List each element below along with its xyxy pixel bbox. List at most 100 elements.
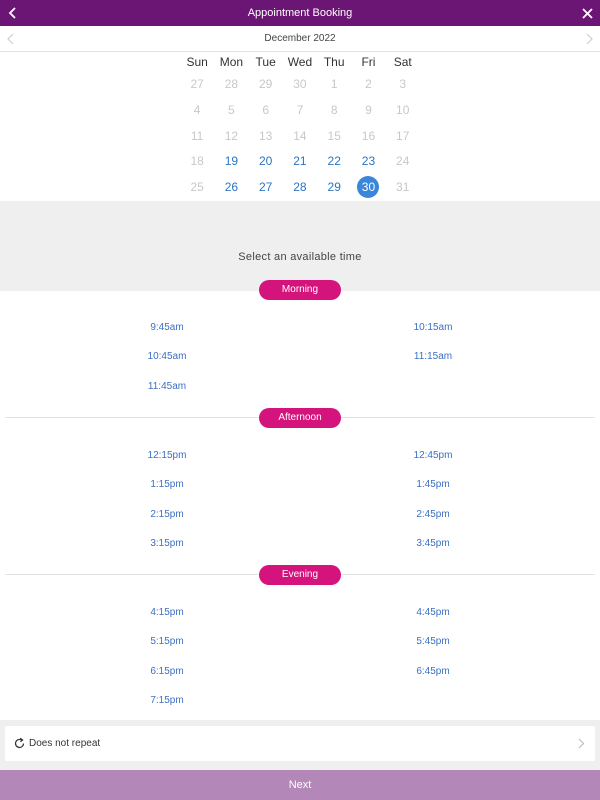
calendar-day-number: 31 bbox=[396, 180, 410, 195]
calendar-day: 16 bbox=[351, 124, 385, 150]
time-slot[interactable]: 10:15am bbox=[393, 322, 473, 333]
calendar-day: 8 bbox=[317, 98, 351, 124]
calendar-day-number: 15 bbox=[327, 128, 341, 143]
calendar-day-number: 9 bbox=[365, 102, 372, 117]
calendar-day: 13 bbox=[249, 124, 283, 150]
time-slot[interactable]: 3:15pm bbox=[127, 538, 207, 549]
time-slot[interactable]: 12:45pm bbox=[393, 450, 473, 461]
calendar-day-number: 30 bbox=[293, 77, 307, 91]
time-prompt: Select an available time bbox=[238, 251, 362, 263]
calendar-day: 25 bbox=[180, 175, 214, 201]
calendar-day-number: 23 bbox=[361, 154, 376, 169]
calendar-day[interactable]: 29 bbox=[317, 175, 351, 201]
section-pill-afternoon: Afternoon bbox=[259, 408, 341, 428]
time-slot[interactable]: 4:15pm bbox=[127, 607, 207, 618]
chevron-right-icon bbox=[586, 33, 593, 45]
calendar-day-number: 18 bbox=[190, 154, 204, 169]
calendar-day: 1 bbox=[317, 72, 351, 98]
time-slot[interactable]: 12:15pm bbox=[127, 450, 207, 461]
time-slot[interactable]: 1:45pm bbox=[393, 479, 473, 490]
time-slot[interactable]: 10:45am bbox=[127, 351, 207, 362]
next-button[interactable]: Next bbox=[0, 770, 600, 800]
repeat-option[interactable]: Does not repeat bbox=[5, 726, 595, 761]
time-slot[interactable]: 6:15pm bbox=[127, 666, 207, 677]
calendar-day-number: 16 bbox=[361, 128, 376, 143]
calendar-day: 30 bbox=[283, 72, 317, 98]
calendar-day[interactable]: 22 bbox=[317, 149, 351, 175]
time-slot[interactable]: 5:45pm bbox=[393, 636, 473, 647]
page-title: Appointment Booking bbox=[247, 7, 353, 19]
weekday-label: Tue bbox=[255, 55, 276, 69]
time-slot[interactable]: 2:45pm bbox=[393, 509, 473, 520]
time-slot[interactable]: 9:45am bbox=[127, 322, 207, 333]
calendar-day[interactable]: 27 bbox=[249, 175, 283, 201]
time-slot[interactable]: 5:15pm bbox=[127, 636, 207, 647]
calendar-day-number: 11 bbox=[190, 128, 204, 143]
calendar-day-selected[interactable]: 30 bbox=[351, 175, 385, 201]
calendar-day-number: 24 bbox=[396, 154, 410, 169]
weekday-label: Sat bbox=[393, 55, 412, 69]
calendar-week-row: 25 26 27 28 29 30 31 bbox=[180, 175, 420, 201]
calendar-day-number: 7 bbox=[296, 102, 304, 117]
next-month-button[interactable] bbox=[580, 26, 598, 52]
time-slot[interactable]: 6:45pm bbox=[393, 666, 473, 677]
close-button[interactable] bbox=[576, 0, 598, 26]
calendar-day[interactable]: 23 bbox=[351, 149, 385, 175]
calendar-week-row: 11 12 13 14 15 16 17 bbox=[180, 124, 420, 150]
calendar-day: 31 bbox=[386, 175, 420, 201]
calendar-day-number: 4 bbox=[193, 102, 201, 117]
calendar-day-number: 29 bbox=[258, 77, 273, 91]
calendar-week-row: 27 28 29 30 1 2 3 bbox=[180, 72, 420, 98]
calendar-day-number: 5 bbox=[228, 102, 235, 117]
calendar-day-number: 20 bbox=[258, 154, 273, 169]
calendar-day: 4 bbox=[180, 98, 214, 124]
calendar-day[interactable]: 28 bbox=[283, 175, 317, 201]
close-icon bbox=[581, 7, 593, 19]
calendar-day: 3 bbox=[386, 72, 420, 98]
calendar-day-number: 3 bbox=[399, 77, 407, 91]
calendar-day-number: 30 bbox=[357, 176, 380, 199]
calendar-day[interactable]: 21 bbox=[283, 149, 317, 175]
time-slot[interactable]: 11:45am bbox=[127, 381, 207, 392]
calendar-day[interactable]: 20 bbox=[249, 149, 283, 175]
calendar-day: 10 bbox=[386, 98, 420, 124]
time-slot[interactable]: 4:45pm bbox=[393, 607, 473, 618]
calendar-day-number: 14 bbox=[293, 128, 307, 143]
calendar-day-number: 29 bbox=[327, 180, 341, 195]
calendar-day: 9 bbox=[351, 98, 385, 124]
chevron-right-icon bbox=[578, 738, 585, 749]
section-pill-evening: Evening bbox=[259, 565, 341, 585]
time-slot[interactable]: 2:15pm bbox=[127, 509, 207, 520]
calendar-day-number: 25 bbox=[190, 180, 204, 195]
weekday-label: Sun bbox=[186, 55, 208, 69]
calendar-day: 18 bbox=[180, 149, 214, 175]
calendar-day[interactable]: 19 bbox=[214, 149, 248, 175]
calendar-day-number: 2 bbox=[365, 77, 372, 91]
calendar-day-number: 12 bbox=[224, 128, 239, 143]
time-prompt-panel: Select an available time bbox=[0, 201, 600, 291]
calendar-week-row: 4 5 6 7 8 9 10 bbox=[180, 98, 420, 124]
calendar-day: 5 bbox=[214, 98, 248, 124]
weekday-header-row: Sun Mon Tue Wed Thu Fri Sat bbox=[180, 52, 420, 72]
weekday-label: Thu bbox=[323, 55, 345, 69]
weekday-label: Mon bbox=[219, 55, 244, 69]
calendar-grid: Sun Mon Tue Wed Thu Fri Sat 27 28 29 30 1 2 3 4 5 6 7 8 9 1… bbox=[180, 52, 420, 201]
repeat-icon bbox=[14, 737, 25, 749]
time-slot[interactable]: 11:15am bbox=[393, 351, 473, 362]
time-slot[interactable]: 3:45pm bbox=[393, 538, 473, 549]
calendar-day-number: 1 bbox=[330, 77, 338, 91]
calendar-day-number: 10 bbox=[396, 102, 410, 117]
time-slot[interactable]: 1:15pm bbox=[127, 479, 207, 490]
month-label: December 2022 bbox=[264, 33, 336, 44]
calendar-day-number: 21 bbox=[293, 154, 307, 169]
calendar-weeks: 27 28 29 30 1 2 3 4 5 6 7 8 9 10 11 12 13 14 15 16 17 18 19 20 2… bbox=[180, 72, 420, 201]
time-slot[interactable]: 7:15pm bbox=[127, 695, 207, 706]
calendar-day: 2 bbox=[351, 72, 385, 98]
repeat-label: Does not repeat bbox=[29, 738, 101, 749]
calendar-day-number: 19 bbox=[224, 154, 239, 169]
calendar-day[interactable]: 26 bbox=[214, 175, 248, 201]
calendar-day-number: 13 bbox=[258, 128, 273, 143]
calendar-day: 29 bbox=[249, 72, 283, 98]
calendar-day: 12 bbox=[214, 124, 248, 150]
weekday-label: Wed bbox=[287, 55, 313, 69]
